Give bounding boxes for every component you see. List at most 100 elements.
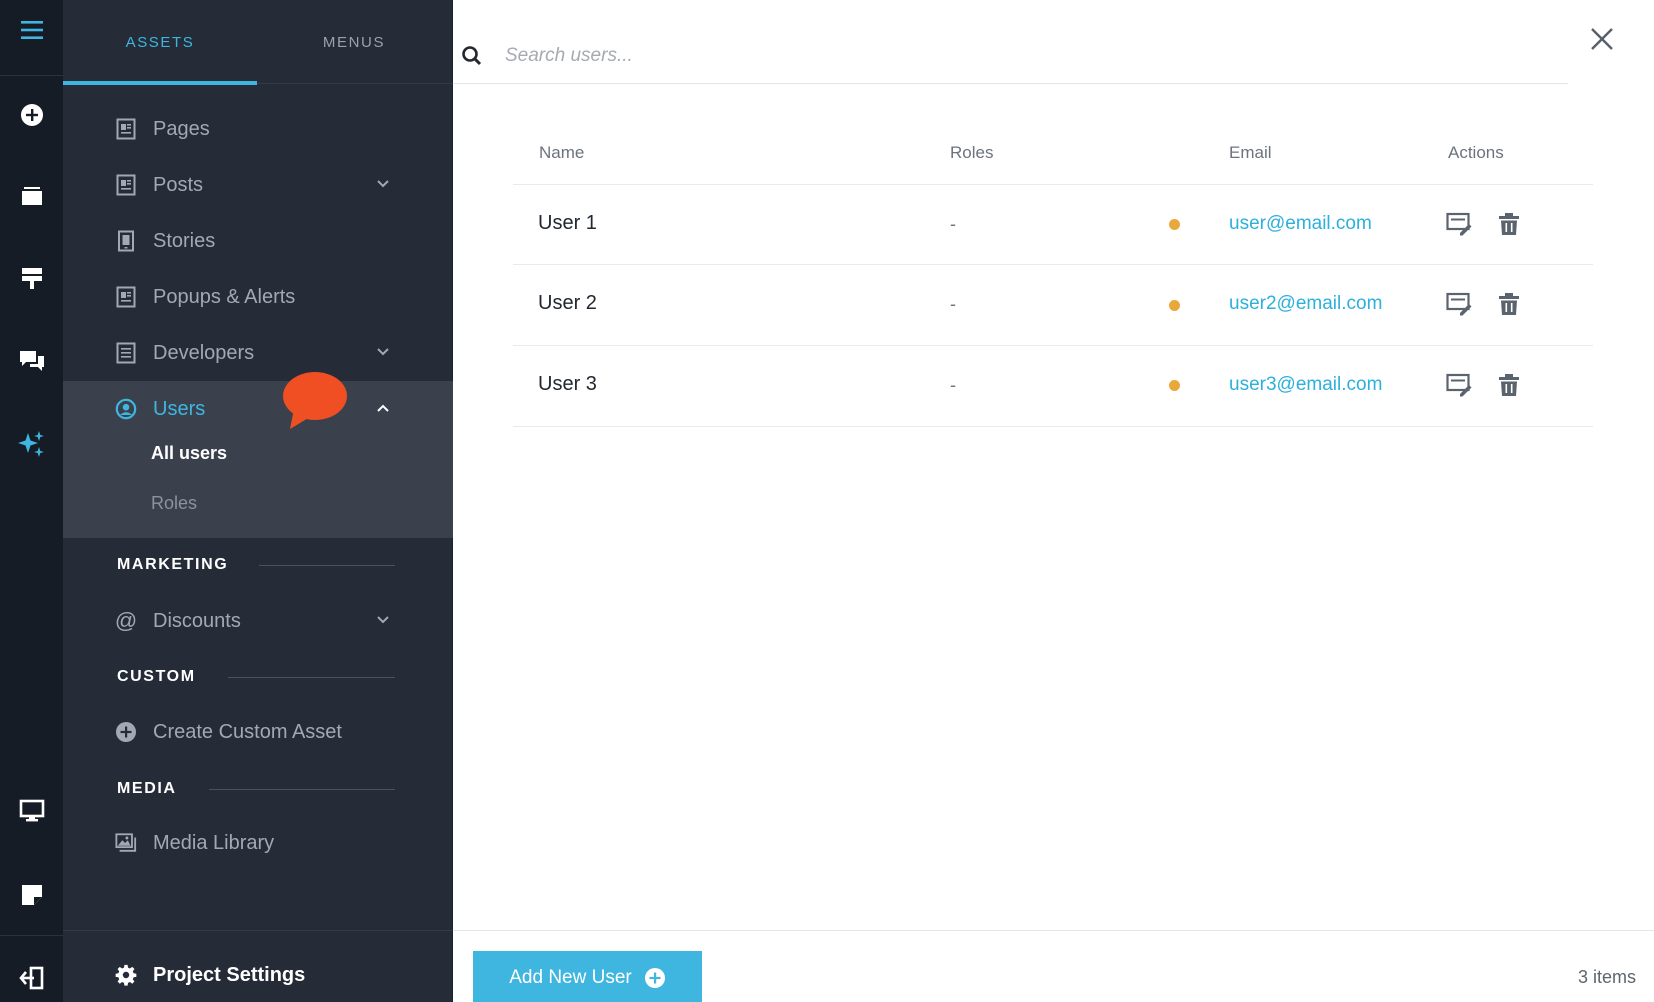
close-icon[interactable]	[1587, 24, 1617, 54]
tab-menus[interactable]: MENUS	[257, 0, 451, 84]
section-divider	[209, 789, 395, 790]
section-header-marketing: MARKETING	[117, 556, 229, 573]
section-divider	[228, 677, 395, 678]
sidebar-item-users[interactable]: Users	[63, 384, 453, 434]
column-header-name[interactable]: Name	[539, 143, 584, 163]
icon-rail	[0, 0, 63, 1002]
status-dot	[1169, 219, 1180, 230]
section-header-media: MEDIA	[117, 780, 177, 797]
chevron-up-icon[interactable]	[376, 401, 390, 415]
search-bar	[453, 0, 1568, 84]
users-section-expanded: Users All users Roles	[63, 381, 453, 538]
sidebar-item-popups-alerts[interactable]: Popups & Alerts	[63, 272, 453, 322]
edit-icon[interactable]	[1445, 210, 1473, 238]
active-tab-indicator	[63, 81, 257, 85]
sidebar-divider	[63, 930, 453, 931]
page-icon	[115, 286, 137, 308]
column-header-roles[interactable]: Roles	[950, 143, 993, 163]
sidebar-item-label: Project Settings	[153, 963, 306, 986]
search-input[interactable]	[505, 38, 1405, 74]
column-header-email[interactable]: Email	[1229, 143, 1272, 163]
page-icon	[115, 118, 137, 140]
users-panel: Name Roles Email Actions User 1 - user@e…	[453, 0, 1654, 1002]
page-icon	[115, 342, 137, 364]
paint-roller-icon[interactable]	[0, 248, 63, 308]
sidebar-item-create-custom-asset[interactable]: Create Custom Asset	[63, 707, 453, 757]
sidebar-item-label: Developers	[153, 341, 255, 364]
sidebar-tabs: ASSETS MENUS	[63, 0, 453, 85]
trash-icon[interactable]	[1495, 290, 1523, 318]
sidebar-subitem-all-users[interactable]: All users	[151, 443, 227, 464]
menu-icon[interactable]	[0, 0, 63, 60]
sidebar-item-pages[interactable]: Pages	[63, 104, 453, 154]
tab-assets-label: ASSETS	[125, 33, 195, 51]
user-role: -	[950, 294, 956, 314]
user-email-link[interactable]: user@email.com	[1229, 213, 1372, 235]
table-divider	[513, 184, 1593, 185]
user-name: User 3	[538, 373, 597, 395]
chevron-down-icon[interactable]	[376, 345, 390, 359]
column-header-actions: Actions	[1448, 143, 1504, 162]
section-header-custom: CUSTOM	[117, 668, 196, 685]
footer-bar: Add New User 3 items	[453, 930, 1654, 1002]
sidebar-item-posts[interactable]: Posts	[63, 160, 453, 210]
sidebar-item-label: Stories	[153, 229, 216, 252]
sidebar-item-label: Users	[153, 397, 206, 420]
table-divider	[513, 264, 1593, 265]
edit-icon[interactable]	[1445, 371, 1473, 399]
rail-divider	[0, 75, 63, 76]
chat-icon[interactable]	[0, 331, 63, 391]
sidebar-item-label: Create Custom Asset	[153, 720, 342, 743]
sidebar-item-project-settings[interactable]: Project Settings	[63, 950, 453, 1000]
add-circle-icon	[644, 967, 665, 988]
note-icon[interactable]	[0, 865, 63, 925]
user-role: -	[950, 214, 956, 234]
assets-sidebar: ASSETS MENUS Pages Posts Stories Popups …	[63, 0, 453, 1002]
edit-icon[interactable]	[1445, 290, 1473, 318]
search-icon	[461, 45, 483, 72]
sparkles-icon[interactable]	[0, 414, 63, 474]
add-new-user-label: Add New User	[509, 966, 632, 988]
layers-icon[interactable]	[0, 166, 63, 226]
at-icon: @	[114, 608, 138, 633]
gear-icon	[115, 964, 137, 986]
add-circle-icon	[115, 721, 137, 743]
chevron-down-icon[interactable]	[376, 613, 390, 627]
chevron-down-icon[interactable]	[376, 177, 390, 191]
tab-assets[interactable]: ASSETS	[63, 0, 257, 85]
sidebar-item-media-library[interactable]: Media Library	[63, 818, 453, 868]
notification-bubble-icon	[283, 372, 347, 429]
monitor-icon[interactable]	[0, 781, 63, 841]
user-role: -	[950, 375, 956, 395]
tab-menus-label: MENUS	[322, 33, 386, 51]
page-icon	[115, 174, 137, 196]
rail-divider	[0, 935, 63, 936]
table-divider	[513, 426, 1593, 427]
user-email-link[interactable]: user2@email.com	[1229, 293, 1382, 315]
trash-icon[interactable]	[1495, 210, 1523, 238]
images-icon	[115, 832, 137, 854]
trash-icon[interactable]	[1495, 371, 1523, 399]
user-email-link[interactable]: user3@email.com	[1229, 374, 1382, 396]
status-dot	[1169, 300, 1180, 311]
add-new-user-button[interactable]: Add New User	[473, 951, 702, 1002]
exit-icon[interactable]	[0, 948, 63, 1002]
sidebar-subitem-roles[interactable]: Roles	[151, 493, 197, 514]
user-name: User 2	[538, 292, 597, 314]
sidebar-item-label: Posts	[153, 173, 204, 196]
sidebar-item-label: Popups & Alerts	[153, 285, 296, 308]
section-divider	[259, 565, 395, 566]
items-count: 3 items	[1577, 967, 1636, 987]
sidebar-item-label: Pages	[153, 117, 210, 140]
add-circle-icon[interactable]	[0, 85, 63, 145]
status-dot	[1169, 380, 1180, 391]
phone-icon	[115, 230, 137, 252]
sidebar-item-stories[interactable]: Stories	[63, 216, 453, 266]
sidebar-item-discounts[interactable]: @ Discounts	[63, 596, 453, 646]
table-divider	[513, 345, 1593, 346]
sidebar-item-label: Discounts	[153, 609, 241, 632]
sidebar-item-label: Media Library	[153, 831, 275, 854]
user-circle-icon	[115, 398, 137, 420]
user-name: User 1	[538, 212, 597, 234]
sidebar-item-developers[interactable]: Developers	[63, 328, 453, 378]
